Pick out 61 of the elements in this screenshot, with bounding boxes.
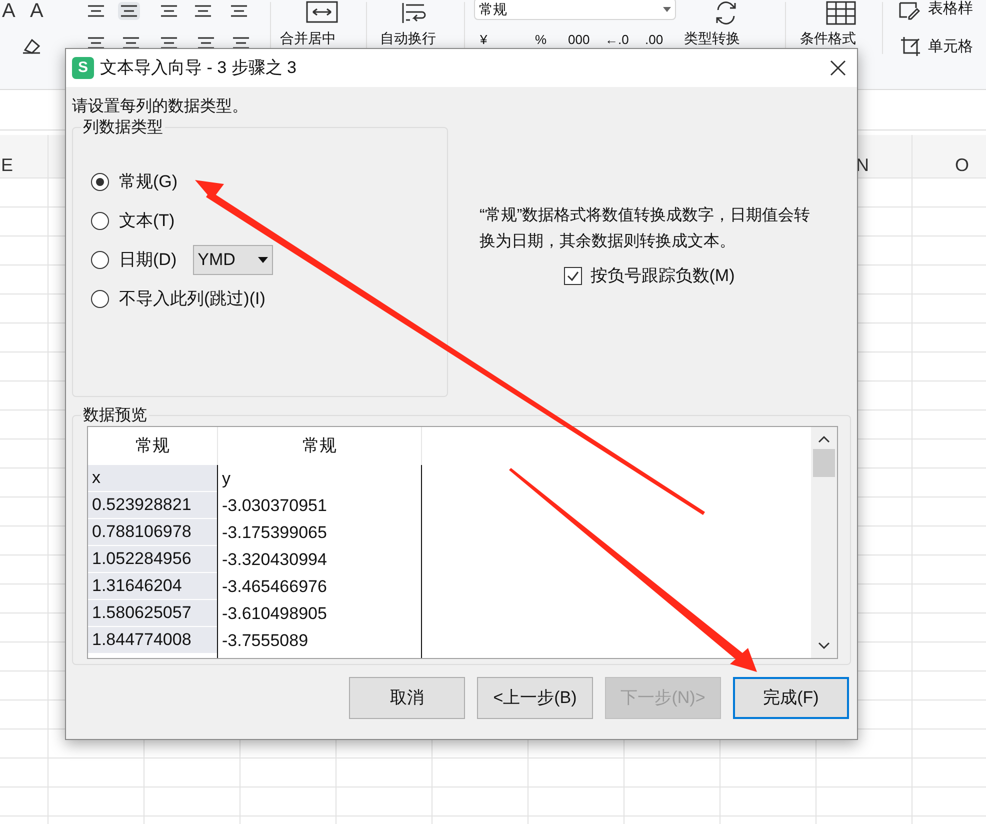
number-format-button[interactable]: ←.0 — [605, 30, 629, 50]
table-cell: x — [88, 465, 217, 492]
table-cell-text: -3.7555089 — [221, 630, 310, 652]
font-size-button[interactable]: A — [30, 0, 44, 26]
caret-icon[interactable] — [258, 256, 268, 262]
radio-button[interactable] — [91, 172, 109, 190]
table-cell-text: -3.320430994 — [221, 548, 328, 571]
radio-label[interactable]: 文本(T) — [119, 208, 175, 234]
table-cell: 0.523928821 — [88, 492, 217, 519]
number-format-button[interactable]: % — [535, 30, 547, 50]
description-text: “常规”数据格式将数值转换成数字，日期值会转换为日期，其余数据则转换成文本。 — [480, 206, 812, 252]
toolbar-label[interactable]: 合并居中 — [280, 28, 336, 49]
radio-button[interactable] — [91, 290, 109, 308]
close-icon[interactable] — [829, 59, 847, 77]
number-format-button[interactable]: ¥ — [480, 30, 488, 50]
toolbar-label[interactable]: 自动换行 — [380, 28, 436, 49]
radio-label[interactable]: 不导入此列(跳过)(I) — [119, 286, 266, 312]
cell-format-icon[interactable] — [899, 35, 921, 57]
number-format-dropdown[interactable]: 常规 — [474, 0, 676, 20]
align-icon[interactable] — [118, 2, 140, 20]
checkbox[interactable] — [564, 266, 582, 285]
instruction-text: 请设置每列的数据类型。 — [72, 96, 249, 117]
table-cell: 1.844774008 — [88, 627, 217, 654]
scroll-down-icon[interactable] — [818, 642, 830, 650]
table-cell: 0.788106978 — [88, 519, 217, 546]
column-header[interactable]: O — [955, 152, 970, 179]
radio-label[interactable]: 日期(D) — [119, 246, 177, 272]
toolbar-label[interactable]: 类型转换 — [684, 28, 740, 49]
check-icon[interactable] — [567, 270, 580, 281]
font-size-button[interactable]: A — [2, 0, 16, 26]
column-header[interactable]: 常规 — [218, 427, 422, 465]
number-format-button[interactable]: .00 — [645, 30, 664, 50]
table-cell: 1.580625057 — [88, 600, 217, 627]
table-icon[interactable] — [825, 0, 857, 26]
app-logo: S — [72, 57, 94, 79]
dialog-button[interactable]: 取消 — [349, 677, 465, 719]
toolbar-label[interactable]: 表格样 — [928, 0, 973, 20]
table-cell: 1.31646204 — [88, 573, 217, 600]
checkbox-label[interactable]: 按负号跟踪负数(M) — [590, 263, 735, 288]
eraser-icon[interactable] — [20, 36, 42, 54]
radio-label[interactable]: 常规(G) — [119, 168, 178, 194]
dialog-button[interactable]: <上一步(B) — [477, 677, 593, 719]
table-cell-text: -3.175399065 — [221, 522, 328, 544]
scroll-up-icon[interactable] — [818, 435, 830, 443]
radio-button[interactable] — [91, 250, 109, 268]
column-header[interactable]: E — [1, 152, 14, 179]
table-cell-text: y — [221, 468, 232, 490]
radio-button[interactable] — [91, 212, 109, 230]
brush-icon[interactable] — [898, 0, 920, 20]
table-cell-text: -3.610498905 — [221, 602, 328, 625]
number-format-button[interactable]: 000 — [568, 30, 590, 50]
table-cell-text: -3.030370951 — [221, 494, 328, 517]
toolbar-label[interactable]: 单元格 — [928, 36, 973, 58]
table-cell-text: -3.465466976 — [221, 576, 328, 598]
dialog-button[interactable]: 完成(F) — [733, 677, 849, 719]
date-format-dropdown[interactable]: YMD — [192, 244, 273, 274]
scrollbar-thumb[interactable] — [813, 449, 835, 477]
window-title: 文本导入向导 - 3 步骤之 3 — [100, 57, 296, 80]
merge-icon[interactable] — [305, 0, 339, 24]
table-cell: 1.052284956 — [88, 546, 217, 573]
toolbar-label[interactable]: 条件格式 — [800, 28, 856, 49]
